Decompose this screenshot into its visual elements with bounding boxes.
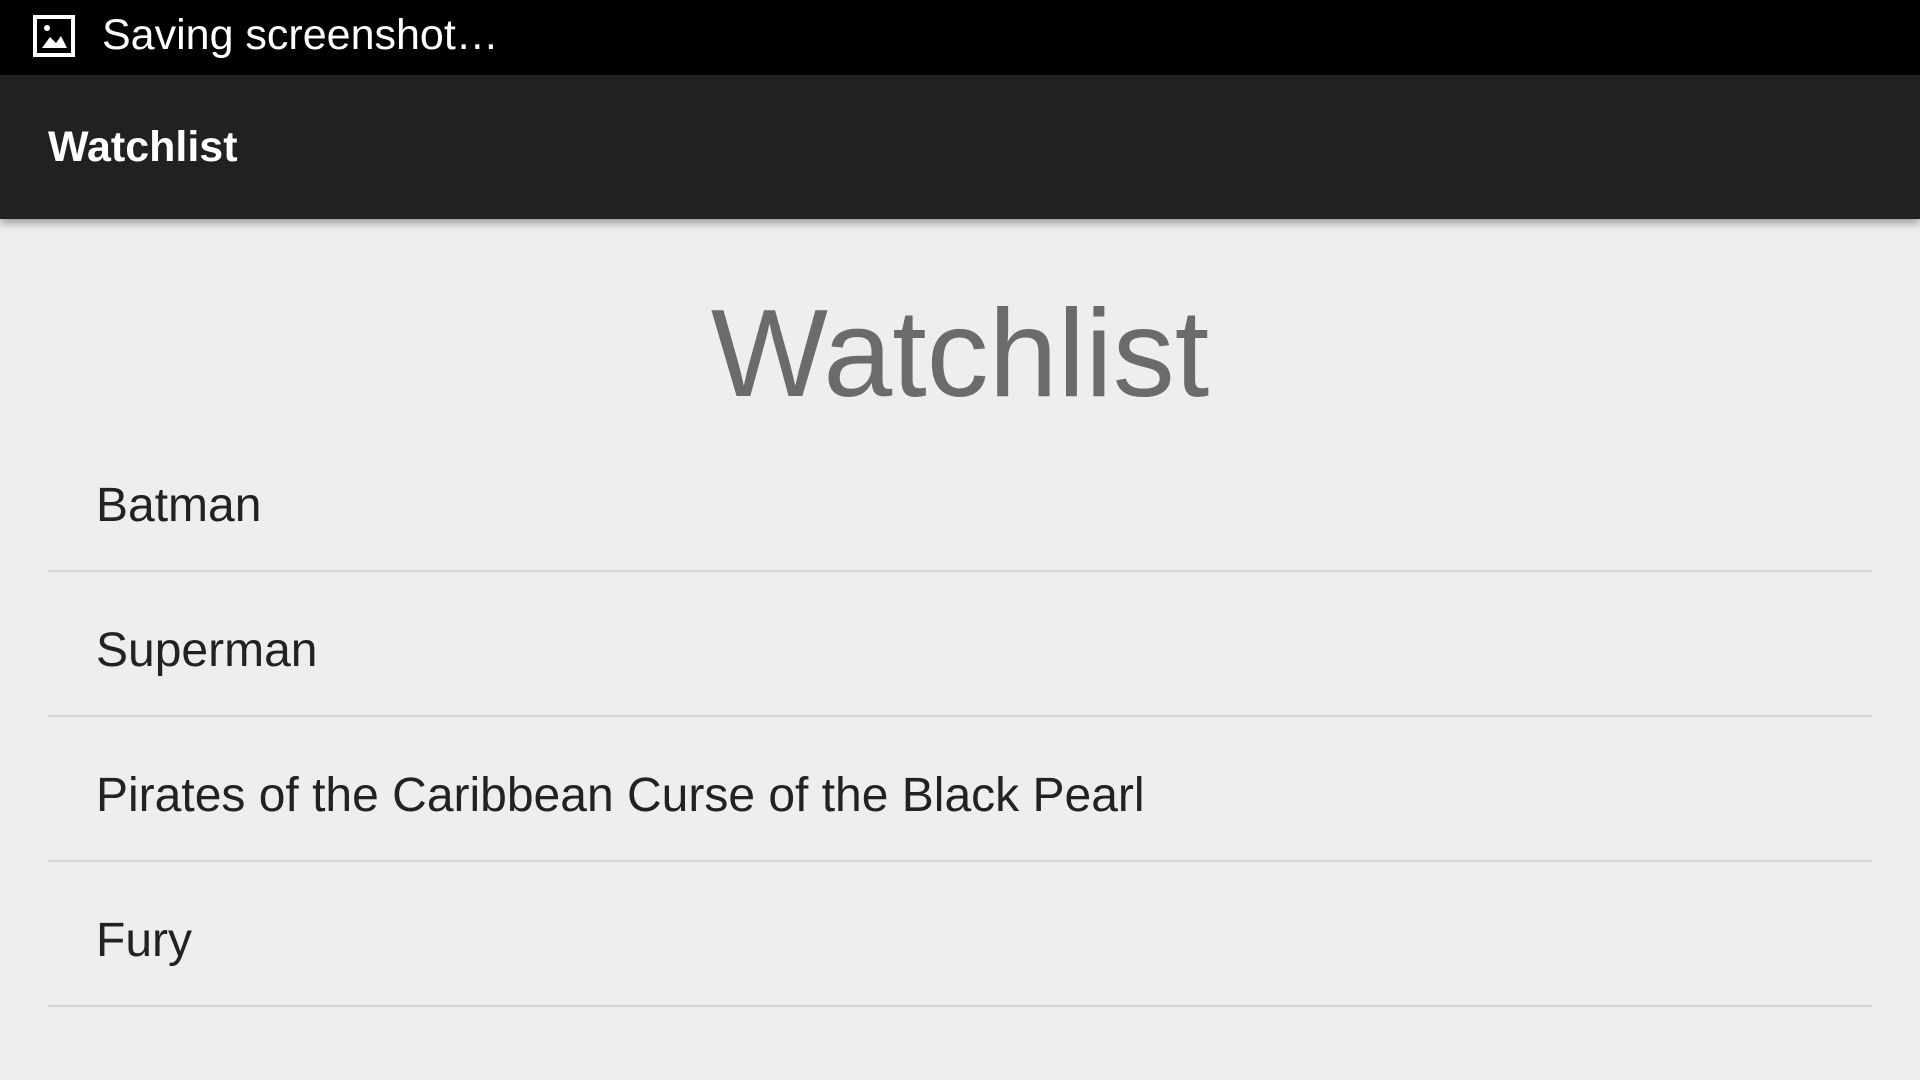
list-item[interactable]: Superman bbox=[48, 572, 1872, 717]
page-title: Watchlist bbox=[710, 285, 1210, 423]
list-item[interactable]: Pirates of the Caribbean Curse of the Bl… bbox=[48, 717, 1872, 862]
watchlist: Batman Superman Pirates of the Caribbean… bbox=[48, 479, 1872, 1007]
list-item-label: Batman bbox=[96, 479, 262, 532]
image-icon bbox=[33, 15, 75, 57]
list-item-label: Pirates of the Caribbean Curse of the Bl… bbox=[96, 769, 1145, 822]
action-bar: Watchlist bbox=[0, 75, 1920, 219]
list-item[interactable]: Batman bbox=[48, 479, 1872, 572]
status-bar: Saving screenshot… bbox=[0, 0, 1920, 75]
notification-text: Saving screenshot… bbox=[102, 11, 499, 59]
main-content: Watchlist Batman Superman Pirates of the… bbox=[0, 219, 1920, 1080]
app-title: Watchlist bbox=[48, 123, 238, 171]
list-item-label: Fury bbox=[96, 914, 192, 967]
list-item-label: Superman bbox=[96, 624, 318, 677]
list-item[interactable]: Fury bbox=[48, 862, 1872, 1007]
